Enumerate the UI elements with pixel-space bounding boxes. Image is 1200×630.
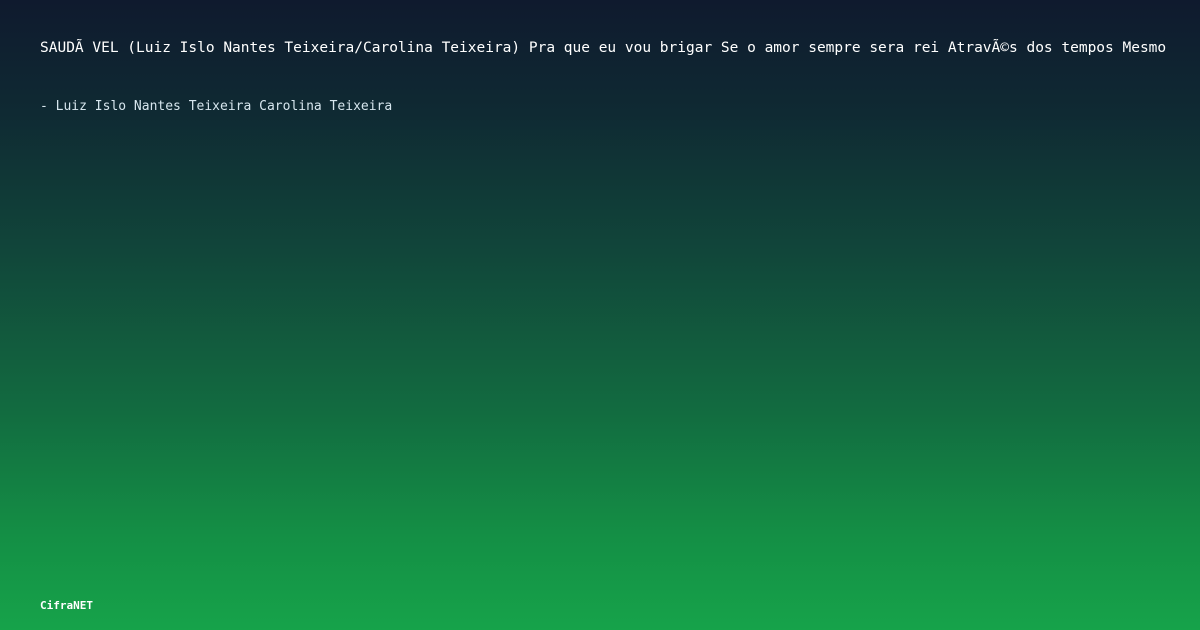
brand-label: CifraNET <box>40 599 93 612</box>
author-line: - Luiz Islo Nantes Teixeira Carolina Tei… <box>40 99 393 114</box>
share-card: SAUDÃ VEL (Luiz Islo Nantes Teixeira/Car… <box>0 0 1200 630</box>
lyric-text: SAUDÃ VEL (Luiz Islo Nantes Teixeira/Car… <box>40 40 1167 56</box>
